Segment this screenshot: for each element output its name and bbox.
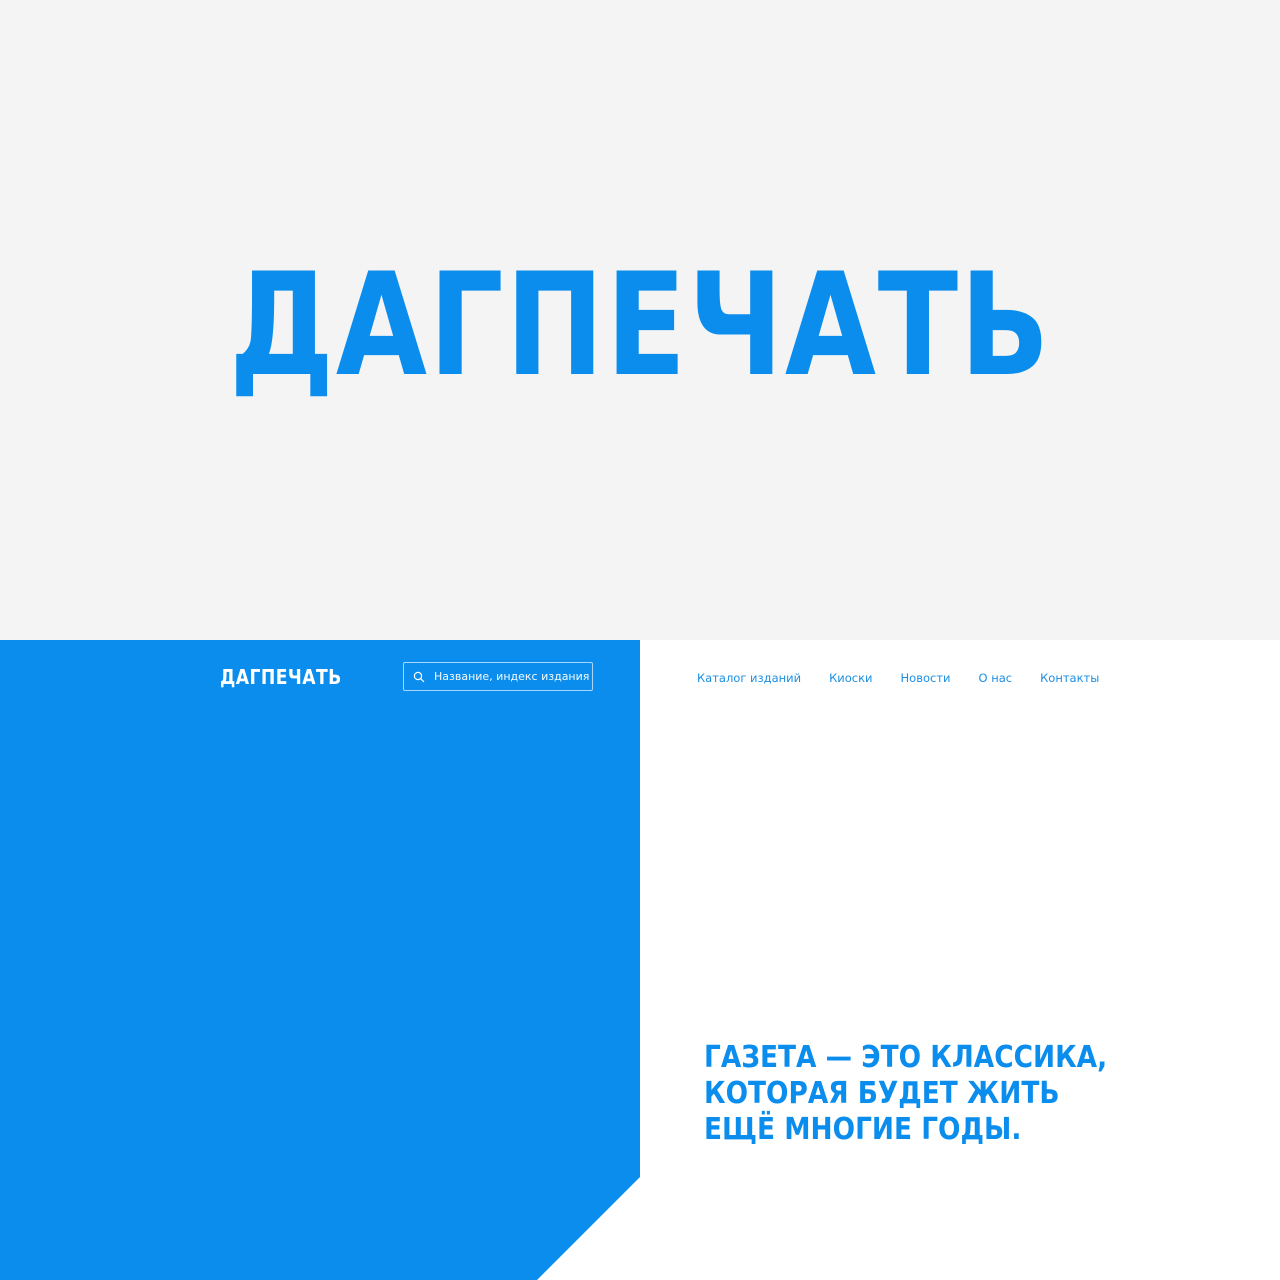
- search-box[interactable]: [403, 662, 593, 691]
- tagline-line: ЕЩЁ МНОГИЕ ГОДЫ.: [704, 1112, 1022, 1147]
- tagline: ГАЗЕТА — ЭТО КЛАССИКА, КОТОРАЯ БУДЕТ ЖИТ…: [704, 1040, 1162, 1148]
- hero-section: ДАГПЕЧАТЬ: [0, 0, 1280, 640]
- nav-news[interactable]: Новости: [901, 671, 951, 685]
- nav-about[interactable]: О нас: [979, 671, 1013, 685]
- search-input[interactable]: [434, 670, 589, 683]
- hero-logo: ДАГПЕЧАТЬ: [228, 243, 1052, 408]
- nav-catalog[interactable]: Каталог изданий: [697, 671, 801, 685]
- tagline-line: КОТОРАЯ БУДЕТ ЖИТЬ: [704, 1076, 1060, 1111]
- blue-panel: [0, 640, 640, 1280]
- nav-contacts[interactable]: Контакты: [1040, 671, 1099, 685]
- main-navigation: Каталог изданий Киоски Новости О нас Кон…: [697, 671, 1099, 685]
- header-logo[interactable]: ДАГПЕЧАТЬ: [220, 665, 342, 689]
- nav-kiosks[interactable]: Киоски: [829, 671, 872, 685]
- tagline-line: ГАЗЕТА — ЭТО КЛАССИКА,: [704, 1040, 1108, 1075]
- search-icon: [412, 670, 426, 684]
- site-preview: ДАГПЕЧАТЬ Каталог изданий Киоски Новости…: [0, 640, 1280, 1280]
